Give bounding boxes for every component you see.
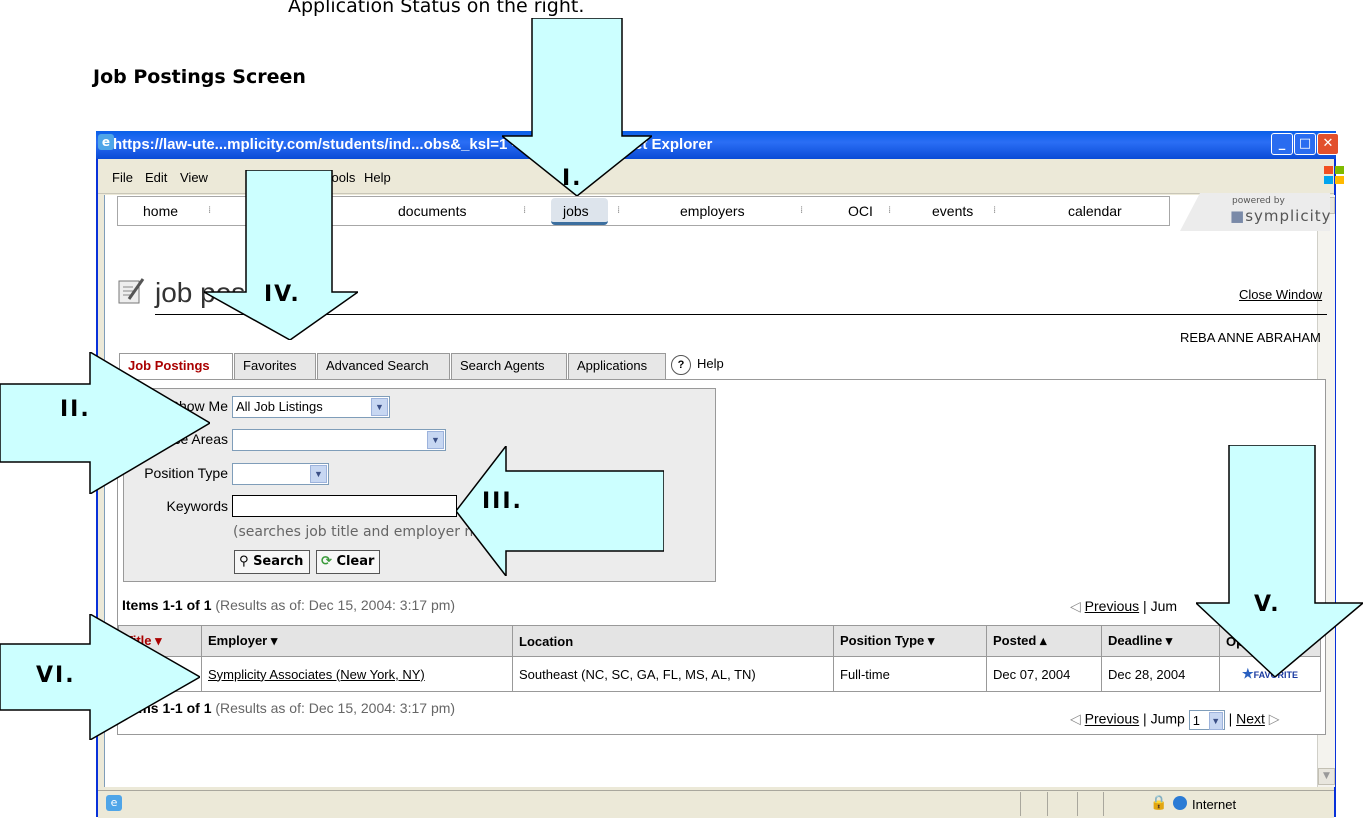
annotation-arrow-down-4	[204, 170, 358, 340]
nav-events[interactable]: events	[932, 203, 973, 219]
maximize-button[interactable]: □	[1294, 133, 1316, 155]
minimize-button[interactable]: _	[1271, 133, 1293, 155]
employer-link[interactable]: Symplicity Associates (New York, NY)	[201, 656, 513, 692]
chevron-left-icon: ◁	[1070, 598, 1081, 614]
tab-applications[interactable]: Applications	[568, 353, 666, 379]
search-button-label: Search	[253, 554, 304, 569]
chevron-down-icon: ▼	[427, 431, 444, 449]
position-type-select[interactable]: ▼	[232, 463, 329, 485]
menu-file[interactable]: File	[112, 170, 133, 185]
powered-by-label: powered by	[1232, 196, 1285, 206]
column-position-type[interactable]: Position Type ▾	[833, 625, 987, 657]
previous-link[interactable]: Previous	[1085, 711, 1139, 727]
column-location: Location	[512, 625, 834, 657]
annotation-arrow-down-5	[1196, 445, 1363, 677]
tab-favorites[interactable]: Favorites	[234, 353, 316, 379]
page-icon	[117, 277, 145, 305]
status-bar	[98, 790, 1334, 818]
nav-separator: ⁞	[993, 205, 997, 216]
status-divider	[1047, 792, 1048, 816]
nav-home[interactable]: home	[143, 203, 178, 219]
menu-edit[interactable]: Edit	[145, 170, 167, 185]
chevron-left-icon: ◁	[1070, 710, 1081, 727]
chevron-down-icon: ▼	[310, 465, 327, 483]
nav-jobs[interactable]: jobs	[563, 203, 589, 219]
brand-label: ■symplicity	[1230, 207, 1332, 225]
column-posted[interactable]: Posted ▴	[986, 625, 1102, 657]
keywords-input[interactable]	[232, 495, 457, 517]
tab-advanced-search[interactable]: Advanced Search	[317, 353, 450, 379]
posted-cell: Dec 07, 2004	[986, 656, 1102, 692]
column-employer[interactable]: Employer ▾	[201, 625, 513, 657]
chevron-right-icon: ▷	[1268, 710, 1280, 727]
status-divider	[1103, 792, 1104, 816]
pager-top: ◁ Previous | Jum	[1070, 598, 1178, 614]
annotation-label-6: VI.	[36, 663, 76, 688]
table-header-row: Title ▾ Employer ▾ Location Position Typ…	[118, 625, 1321, 657]
page-status-icon: e	[106, 795, 122, 811]
annotation-label-5: V.	[1254, 592, 1281, 617]
chevron-down-icon: ▼	[1208, 712, 1223, 730]
results-timestamp: (Results as of: Dec 15, 2004: 3:17 pm)	[215, 597, 456, 613]
document-heading: Job Postings Screen	[93, 66, 306, 88]
show-me-select[interactable]: All Job Listings ▼	[232, 396, 390, 418]
jump-value: 1	[1192, 713, 1200, 728]
keywords-label: Keywords	[166, 498, 228, 514]
annotation-label-2: II.	[60, 397, 91, 422]
jump-label-top: Jum	[1150, 598, 1178, 614]
items-summary-top: Items 1-1 of 1 (Results as of: Dec 15, 2…	[122, 597, 455, 613]
nav-employers[interactable]: employers	[680, 203, 745, 219]
status-divider	[1020, 792, 1021, 816]
nav-separator: ⁞	[800, 205, 804, 216]
security-zone-label: Internet	[1192, 797, 1237, 812]
close-button[interactable]: ✕	[1317, 133, 1339, 155]
nav-oci[interactable]: OCI	[848, 203, 873, 219]
user-name: REBA ANNE ABRAHAM	[1180, 330, 1321, 345]
show-me-value: All Job Listings	[236, 399, 323, 414]
annotation-label-3: III.	[482, 489, 523, 514]
nav-documents[interactable]: documents	[398, 203, 466, 219]
internet-explorer-icon: e	[98, 134, 114, 150]
jump-label: Jump	[1150, 710, 1185, 727]
search-button[interactable]: ⚲ Search	[234, 550, 310, 574]
help-link[interactable]: Help	[697, 356, 724, 371]
clear-button-label: Clear	[336, 554, 375, 569]
clear-button[interactable]: ⟳ Clear	[316, 550, 380, 574]
scroll-down-icon[interactable]: ▼	[1318, 768, 1335, 785]
previous-link-top[interactable]: Previous	[1085, 598, 1139, 614]
nav-separator: ⁞	[617, 205, 621, 216]
annotation-label-4: IV.	[264, 282, 301, 307]
menu-help[interactable]: Help	[364, 170, 391, 185]
status-divider	[1077, 792, 1078, 816]
annotation-arrow-right-6	[0, 614, 200, 740]
search-icon: ⚲	[239, 554, 249, 569]
position-type-cell: Full-time	[833, 656, 987, 692]
symplicity-logo: powered by ■symplicity	[1170, 193, 1332, 233]
nav-calendar[interactable]: calendar	[1068, 203, 1122, 219]
annotation-label-1: I.	[562, 166, 583, 191]
pager-bottom: ◁ Previous | Jump 1 ▼ | Next ▷	[1070, 710, 1280, 730]
document-intro-text: Application Status on the right.	[288, 0, 585, 17]
results-timestamp: (Results as of: Dec 15, 2004: 3:17 pm)	[215, 700, 456, 716]
annotation-arrow-right-2	[0, 352, 210, 494]
jobs-table: Title ▾ Employer ▾ Location Position Typ…	[118, 625, 1321, 692]
tab-search-agents[interactable]: Search Agents	[451, 353, 567, 379]
windows-flag-icon	[1322, 163, 1346, 187]
close-window-link[interactable]: Close Window	[1239, 287, 1322, 302]
help-icon[interactable]: ?	[671, 355, 691, 375]
nav-separator: ⁞	[888, 205, 892, 216]
keywords-hint: (searches job title and employer n	[233, 524, 474, 540]
refresh-icon: ⟳	[321, 554, 332, 569]
table-row: Test Job Symplicity Associates (New York…	[118, 656, 1321, 692]
nav-separator: ⁞	[523, 205, 527, 216]
lock-icon: 🔒	[1150, 795, 1168, 811]
location-cell: Southeast (NC, SC, GA, FL, MS, AL, TN)	[512, 656, 834, 692]
chevron-down-icon: ▼	[371, 398, 388, 416]
next-link[interactable]: Next	[1236, 711, 1265, 727]
practice-areas-select[interactable]: ▼	[232, 429, 446, 451]
items-range: Items 1-1 of 1	[122, 597, 212, 613]
jump-select[interactable]: 1 ▼	[1188, 710, 1225, 730]
globe-icon	[1173, 796, 1187, 810]
